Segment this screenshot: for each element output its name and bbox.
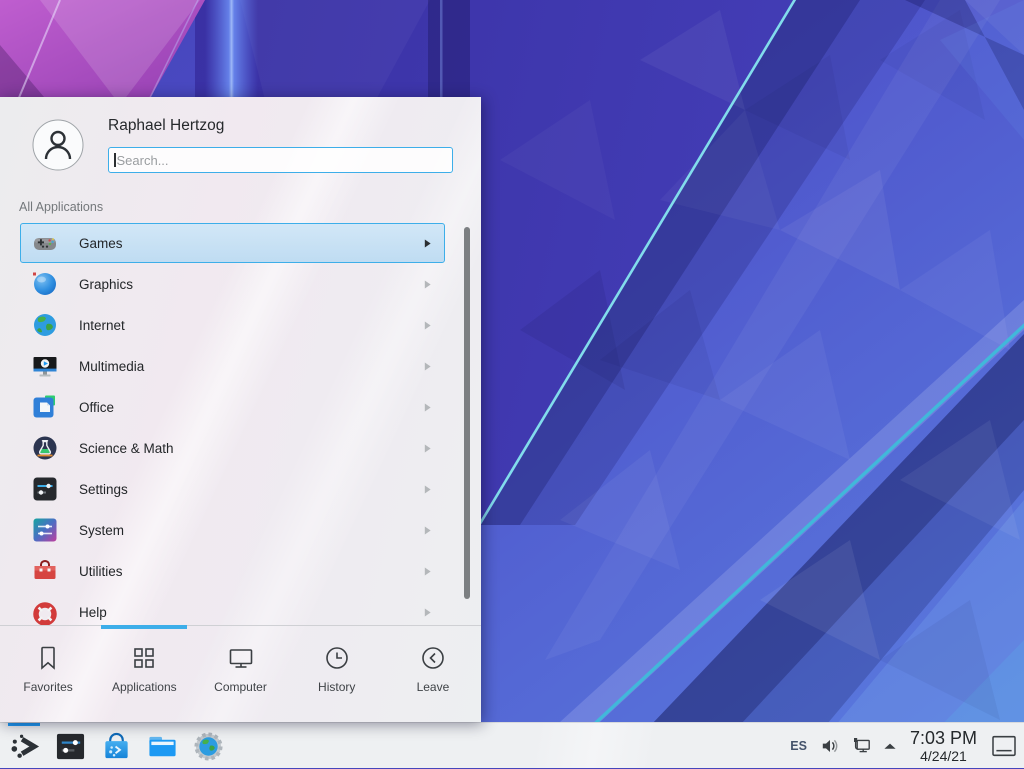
search-input[interactable]: Search... bbox=[108, 147, 453, 173]
taskbar: ES 7:03 PM 4/24/21 bbox=[0, 722, 1024, 768]
expand-arrow-icon[interactable] bbox=[882, 740, 898, 752]
tab-computer[interactable]: Computer bbox=[192, 626, 288, 723]
app-category-label: Settings bbox=[79, 482, 128, 497]
submenu-arrow-icon bbox=[423, 525, 432, 536]
app-category-internet[interactable]: Internet bbox=[20, 305, 445, 345]
submenu-arrow-icon bbox=[423, 320, 432, 331]
application-category-list: Games Graphics Internet Multimedia Office Sci… bbox=[0, 222, 481, 625]
tab-label: Leave bbox=[417, 680, 450, 694]
app-category-graphics[interactable]: Graphics bbox=[20, 264, 445, 304]
web-browser-icon bbox=[193, 731, 224, 762]
submenu-arrow-icon bbox=[423, 238, 432, 249]
app-category-settings[interactable]: Settings bbox=[20, 469, 445, 509]
keyboard-layout-indicator[interactable]: ES bbox=[790, 739, 807, 753]
office-document-icon bbox=[31, 393, 59, 421]
discover-icon bbox=[101, 731, 132, 762]
desktop: Raphael Hertzog Search... All Applicatio… bbox=[0, 0, 1024, 768]
system-sliders-icon bbox=[31, 516, 59, 544]
app-category-label: Utilities bbox=[79, 564, 123, 579]
submenu-arrow-icon bbox=[423, 402, 432, 413]
volume-icon[interactable] bbox=[818, 734, 842, 758]
multimedia-monitor-icon bbox=[31, 352, 59, 380]
submenu-arrow-icon bbox=[423, 607, 432, 618]
leave-icon bbox=[418, 643, 448, 673]
app-category-label: Games bbox=[79, 236, 123, 251]
tab-label: Computer bbox=[214, 680, 267, 694]
taskbar-launcher-discover[interactable] bbox=[93, 723, 139, 769]
app-category-science-math[interactable]: Science & Math bbox=[20, 428, 445, 468]
computer-icon bbox=[226, 643, 256, 673]
app-launcher-icon bbox=[9, 731, 40, 762]
submenu-arrow-icon bbox=[423, 361, 432, 372]
app-category-office[interactable]: Office bbox=[20, 387, 445, 427]
launcher-tab-bar: Favorites Applications Computer History Leav… bbox=[0, 625, 481, 723]
app-category-multimedia[interactable]: Multimedia bbox=[20, 346, 445, 386]
tab-leave[interactable]: Leave bbox=[385, 626, 481, 723]
app-category-label: Help bbox=[79, 605, 107, 620]
app-category-label: Office bbox=[79, 400, 114, 415]
submenu-arrow-icon bbox=[423, 484, 432, 495]
globe-icon bbox=[31, 311, 59, 339]
gamepad-icon bbox=[31, 229, 59, 257]
tab-label: History bbox=[318, 680, 355, 694]
system-tray: ES 7:03 PM 4/24/21 bbox=[790, 723, 1024, 769]
user-name: Raphael Hertzog bbox=[108, 117, 224, 135]
app-category-label: Internet bbox=[79, 318, 125, 333]
settings-sliders-icon bbox=[31, 475, 59, 503]
graphics-sphere-icon bbox=[31, 270, 59, 298]
tab-label: Favorites bbox=[23, 680, 72, 694]
taskbar-launcher-application-launcher[interactable] bbox=[1, 723, 47, 769]
toolbox-icon bbox=[31, 557, 59, 585]
help-lifebuoy-icon bbox=[31, 598, 59, 625]
taskbar-launchers bbox=[1, 723, 231, 769]
network-icon[interactable] bbox=[850, 734, 874, 758]
app-grid-icon bbox=[129, 643, 159, 673]
application-launcher-menu: Raphael Hertzog Search... All Applicatio… bbox=[0, 97, 481, 722]
clock-time: 7:03 PM bbox=[910, 728, 977, 748]
app-category-label: System bbox=[79, 523, 124, 538]
bookmark-icon bbox=[33, 643, 63, 673]
app-category-label: Science & Math bbox=[79, 441, 174, 456]
scrollbar[interactable] bbox=[464, 227, 470, 599]
show-desktop-button[interactable] bbox=[989, 723, 1019, 769]
search-placeholder: Search... bbox=[117, 153, 169, 168]
user-avatar-icon[interactable] bbox=[32, 119, 84, 171]
app-category-label: Multimedia bbox=[79, 359, 144, 374]
history-clock-icon bbox=[322, 643, 352, 673]
tab-history[interactable]: History bbox=[289, 626, 385, 723]
submenu-arrow-icon bbox=[423, 566, 432, 577]
taskbar-launcher-web-browser[interactable] bbox=[185, 723, 231, 769]
science-flask-icon bbox=[31, 434, 59, 462]
digital-clock[interactable]: 7:03 PM 4/24/21 bbox=[910, 728, 977, 764]
text-caret bbox=[114, 153, 116, 167]
app-category-help[interactable]: Help bbox=[20, 592, 445, 625]
tab-favorites[interactable]: Favorites bbox=[0, 626, 96, 723]
submenu-arrow-icon bbox=[423, 443, 432, 454]
taskbar-launcher-system-settings[interactable] bbox=[47, 723, 93, 769]
tab-label: Applications bbox=[112, 680, 177, 694]
system-settings-icon bbox=[55, 731, 86, 762]
app-category-label: Graphics bbox=[79, 277, 133, 292]
launcher-header: Raphael Hertzog Search... bbox=[0, 97, 481, 187]
section-label: All Applications bbox=[19, 200, 103, 214]
tab-applications[interactable]: Applications bbox=[96, 626, 192, 723]
app-category-utilities[interactable]: Utilities bbox=[20, 551, 445, 591]
file-manager-icon bbox=[147, 731, 178, 762]
clock-date: 4/24/21 bbox=[920, 748, 967, 764]
app-category-games[interactable]: Games bbox=[20, 223, 445, 263]
submenu-arrow-icon bbox=[423, 279, 432, 290]
app-category-system[interactable]: System bbox=[20, 510, 445, 550]
taskbar-launcher-file-manager[interactable] bbox=[139, 723, 185, 769]
